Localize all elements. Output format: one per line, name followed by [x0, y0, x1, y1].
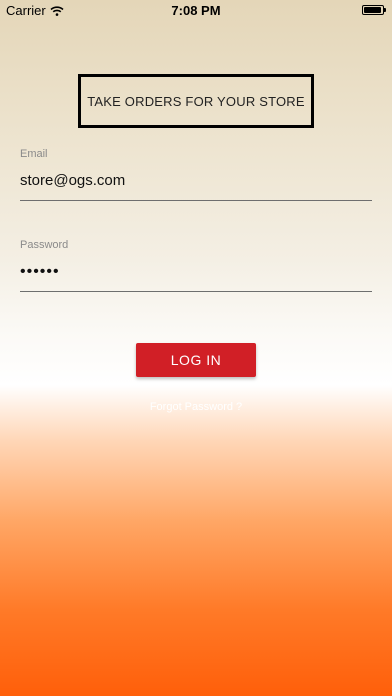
- forgot-password-link[interactable]: Forgot Password ?: [0, 401, 392, 413]
- email-field[interactable]: store@ogs.com: [20, 172, 125, 189]
- email-label: Email: [20, 148, 48, 160]
- login-button[interactable]: LOG IN: [136, 343, 256, 377]
- password-underline: [20, 291, 372, 292]
- app-title: TAKE ORDERS FOR YOUR STORE: [87, 93, 305, 109]
- email-underline: [20, 200, 372, 201]
- password-label: Password: [20, 239, 69, 251]
- battery-icon: [362, 5, 386, 15]
- status-time: 7:08 PM: [171, 3, 221, 18]
- status-bar: Carrier 7:08 PM: [0, 0, 392, 22]
- password-field[interactable]: ••••••: [20, 263, 60, 281]
- app-title-box: TAKE ORDERS FOR YOUR STORE: [78, 74, 314, 128]
